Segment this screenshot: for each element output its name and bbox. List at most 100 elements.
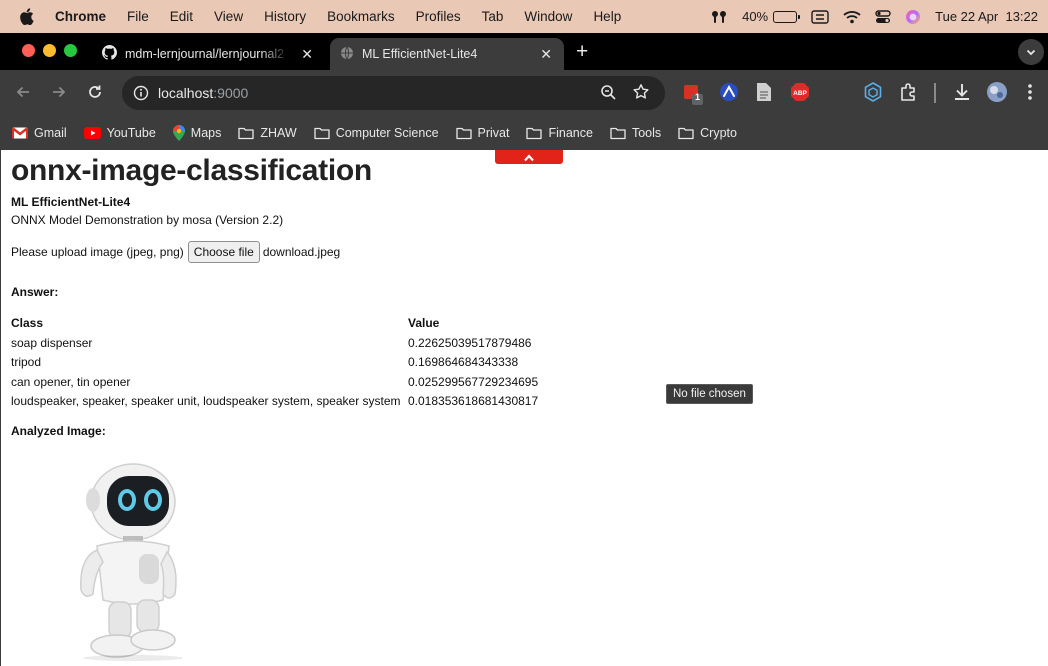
folder-icon: [678, 127, 694, 139]
forward-arrow-icon: [53, 86, 66, 98]
bookmark-label: Gmail: [34, 126, 67, 140]
menu-bookmarks[interactable]: Bookmarks: [327, 9, 395, 24]
globe-icon: [340, 46, 354, 63]
profile-avatar[interactable]: [986, 81, 1008, 108]
status-area: 40% Tue 22 Apr 13:22: [710, 0, 1038, 33]
analyzed-image-heading: Analyzed Image:: [11, 424, 106, 438]
value-cell: 0.169864684343338: [408, 355, 519, 370]
bookmark-folder-zhaw[interactable]: ZHAW: [238, 126, 297, 140]
extension-document-icon[interactable]: [756, 82, 772, 107]
bookmark-label: Computer Science: [335, 126, 439, 140]
downloads-icon[interactable]: [952, 82, 972, 107]
class-cell: can opener, tin opener: [11, 374, 131, 389]
forward-button[interactable]: [50, 83, 68, 106]
bookmark-gmail[interactable]: Gmail: [12, 126, 67, 140]
zoom-icon[interactable]: [600, 84, 617, 106]
airpods-icon[interactable]: [710, 10, 728, 24]
column-header-value: Value: [408, 316, 440, 330]
new-tab-button[interactable]: +: [576, 40, 588, 64]
gmail-icon: [12, 127, 28, 139]
back-arrow-icon: [16, 86, 29, 98]
chevron-down-icon: [1026, 49, 1036, 56]
bookmark-youtube[interactable]: YouTube: [83, 126, 156, 140]
battery-icon: [773, 10, 801, 23]
folder-icon: [314, 127, 330, 139]
folder-icon: [610, 127, 626, 139]
extension-badge: 1: [695, 92, 701, 102]
bookmark-folder-tools[interactable]: Tools: [610, 126, 661, 140]
menu-history[interactable]: History: [264, 9, 306, 24]
bookmark-folder-crypto[interactable]: Crypto: [678, 126, 737, 140]
file-input-tooltip: No file chosen: [666, 384, 753, 404]
class-cell: tripod: [11, 355, 42, 370]
tab-ml-efficientnet[interactable]: ML EfficientNet-Lite4 ✕: [330, 38, 564, 70]
bookmarks-bar: Gmail YouTube Maps ZHAW Computer Science…: [0, 116, 1048, 150]
adblock-plus-icon[interactable]: ABP: [790, 82, 810, 107]
tab-strip: mdm-lernjournal/lernjournal2 ✕ ML Effici…: [0, 33, 1048, 70]
keyboard-input-icon[interactable]: [811, 9, 829, 24]
reload-button[interactable]: [86, 83, 104, 106]
back-button[interactable]: [14, 83, 32, 106]
control-center-icon[interactable]: [875, 9, 891, 24]
answer-heading: Answer:: [11, 285, 59, 299]
bookmark-label: Privat: [477, 126, 510, 140]
menu-help[interactable]: Help: [593, 9, 621, 24]
bookmark-folder-computer-science[interactable]: Computer Science: [314, 126, 439, 140]
extension-calendar-icon[interactable]: 1: [683, 84, 705, 111]
site-info-icon[interactable]: [133, 85, 149, 106]
bookmark-maps[interactable]: Maps: [172, 125, 222, 141]
page-description: ONNX Model Demonstration by mosa (Versio…: [11, 213, 284, 227]
tab-title: ML EfficientNet-Lite4: [362, 47, 478, 61]
bookmark-star-icon[interactable]: [632, 83, 650, 106]
menu-app-chrome[interactable]: Chrome: [55, 9, 106, 24]
extension-hex-icon[interactable]: [864, 82, 882, 107]
selected-file-name: download.jpeg: [262, 245, 341, 259]
class-cell: loudspeaker, speaker, speaker unit, loud…: [11, 394, 401, 409]
toolbar-divider: [934, 83, 936, 103]
bookmark-label: Maps: [190, 126, 222, 140]
menu-profiles[interactable]: Profiles: [416, 9, 461, 24]
siri-icon[interactable]: [905, 9, 921, 25]
tab-github[interactable]: mdm-lernjournal/lernjournal2 ✕: [92, 38, 325, 70]
battery-indicator[interactable]: 40%: [742, 9, 801, 24]
menu-edit[interactable]: Edit: [170, 9, 193, 24]
page-title: onnx-image-classification: [11, 154, 372, 187]
bookmark-label: Crypto: [700, 126, 737, 140]
wifi-icon[interactable]: [843, 10, 861, 24]
minimize-window-button[interactable]: [43, 44, 56, 57]
toolbar-overlay-tab[interactable]: [495, 150, 563, 164]
close-window-button[interactable]: [22, 44, 35, 57]
upload-row: Please upload image (jpeg, png) Choose f…: [11, 241, 340, 263]
table-row: tripod 0.169864684343338: [11, 353, 538, 373]
url-host: localhost: [158, 85, 214, 101]
bookmark-label: YouTube: [106, 126, 156, 140]
macos-menu-bar: Chrome File Edit View History Bookmarks …: [0, 0, 1048, 33]
bookmark-folder-privat[interactable]: Privat: [455, 126, 510, 140]
extensions-puzzle-icon[interactable]: [899, 82, 919, 107]
menu-window[interactable]: Window: [524, 9, 572, 24]
bookmark-label: ZHAW: [260, 126, 297, 140]
apple-icon[interactable]: [19, 8, 39, 25]
reload-icon: [89, 85, 101, 98]
table-row: soap dispenser 0.22625039517879486: [11, 333, 538, 353]
choose-file-button[interactable]: Choose file: [187, 241, 260, 263]
extension-arc-icon[interactable]: [719, 82, 739, 107]
close-tab-icon[interactable]: ✕: [301, 46, 313, 63]
zoom-window-button[interactable]: [64, 44, 77, 57]
maps-icon: [172, 125, 185, 141]
menu-tab[interactable]: Tab: [482, 9, 504, 24]
github-icon: [102, 45, 117, 63]
menu-clock[interactable]: Tue 22 Apr 13:22: [935, 9, 1038, 24]
value-cell: 0.025299567729234695: [408, 374, 539, 389]
menu-file[interactable]: File: [127, 9, 149, 24]
chrome-menu-icon[interactable]: [1027, 82, 1033, 107]
address-bar[interactable]: localhost:9000: [122, 76, 665, 110]
youtube-icon: [83, 127, 101, 139]
bookmark-folder-finance[interactable]: Finance: [526, 126, 593, 140]
url-port: :9000: [213, 85, 249, 101]
chevron-up-icon: [524, 153, 534, 161]
url-text[interactable]: localhost:9000: [158, 85, 248, 101]
tab-search-button[interactable]: [1018, 39, 1044, 65]
close-tab-icon[interactable]: ✕: [540, 46, 552, 63]
menu-view[interactable]: View: [214, 9, 243, 24]
